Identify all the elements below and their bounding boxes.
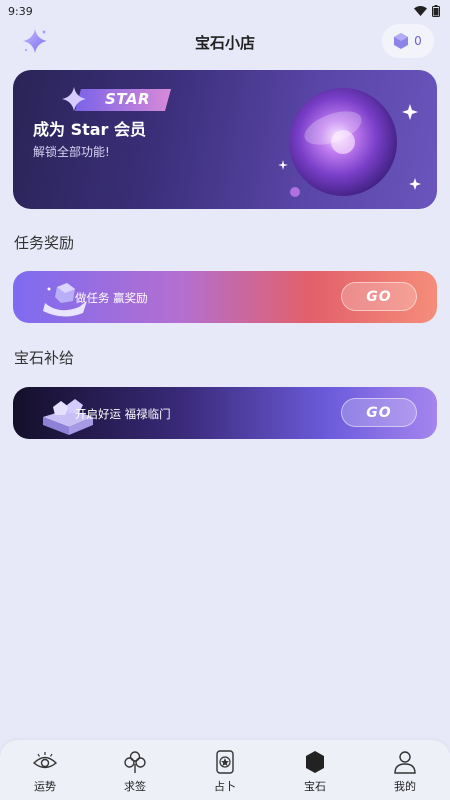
nav-item-gems[interactable]: 宝石: [270, 740, 360, 800]
gem-card-label: 开启好运 福禄临门: [75, 407, 171, 421]
crystal-orb-image: [278, 88, 421, 197]
wifi-icon: [414, 6, 427, 16]
task-reward-card[interactable]: 做任务 赢奖励 GO: [13, 271, 437, 323]
star-banner-subtitle: 解锁全部功能!: [33, 145, 110, 159]
nav-item-divination[interactable]: 占卜: [180, 740, 270, 800]
nav-label-gems: 宝石: [304, 780, 326, 793]
bottom-nav: 运势 求签 占卜 宝石 我的: [0, 740, 450, 800]
section-title-task-rewards: 任务奖励: [14, 234, 75, 252]
status-icons: [414, 5, 440, 17]
nav-item-fortune[interactable]: 运势: [0, 740, 90, 800]
gem-count: 0: [414, 34, 422, 48]
tarot-card-icon: [216, 750, 234, 774]
star-membership-banner[interactable]: STAR 成为 Star 会员 解锁全部功能!: [13, 70, 437, 209]
page-title: 宝石小店: [194, 33, 255, 52]
eye-icon: [32, 752, 58, 769]
header: 宝石小店 0: [0, 22, 450, 62]
star-badge-text: STAR: [105, 90, 151, 108]
status-bar: 9:39: [0, 0, 450, 22]
nav-item-lots[interactable]: 求签: [90, 740, 180, 800]
section-title-gem-supply: 宝石补给: [14, 349, 75, 367]
battery-icon: [432, 5, 440, 17]
status-time: 9:39: [8, 4, 33, 18]
task-card-label: 做任务 赢奖励: [75, 291, 148, 305]
sparkle-icon[interactable]: [20, 26, 50, 56]
gem-balance[interactable]: 0: [382, 24, 434, 58]
nav-label-fortune: 运势: [34, 780, 56, 793]
nav-label-divination: 占卜: [214, 780, 236, 793]
gem-icon: [394, 33, 409, 49]
clover-icon: [124, 751, 146, 773]
star-banner-title: 成为 Star 会员: [33, 120, 147, 139]
nav-label-profile: 我的: [394, 780, 416, 793]
nav-label-lots: 求签: [124, 780, 146, 793]
gem-icon: [306, 751, 324, 773]
gem-go-button[interactable]: GO: [341, 398, 417, 427]
task-go-button[interactable]: GO: [341, 282, 417, 311]
person-icon: [394, 751, 416, 774]
nav-item-profile[interactable]: 我的: [360, 740, 450, 800]
gem-supply-card[interactable]: 开启好运 福禄临门 GO: [13, 387, 437, 439]
